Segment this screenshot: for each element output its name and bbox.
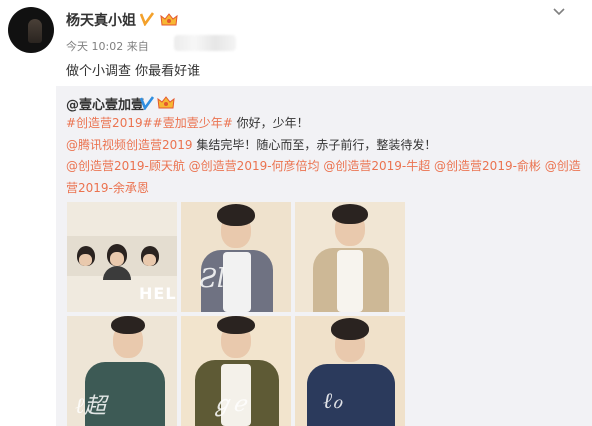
photo-thumbnail[interactable]	[295, 202, 405, 312]
repost-announcement: 集结完毕！随心而至，赤子前行，整装待发！	[192, 138, 437, 152]
original-author[interactable]: @壹心壹加壹	[66, 94, 144, 113]
verified-badge-icon	[139, 95, 155, 111]
photo-thumbnail[interactable]: ℓ超	[67, 316, 177, 426]
mention-link[interactable]: @腾讯视频创造营2019	[66, 138, 193, 152]
photo-overlay-text: HEL	[139, 284, 177, 303]
vip-crown-icon[interactable]	[160, 12, 178, 26]
repost-line-2: @腾讯视频创造营2019 集结完毕！随心而至，赤子前行，整装待发！	[66, 136, 436, 153]
photo-thumbnail[interactable]: Ƨl	[181, 202, 291, 312]
post-meta: 今天 10:02 来自	[66, 38, 149, 54]
chevron-down-icon[interactable]	[552, 4, 566, 18]
repost-card: @壹心壹加壹 #创造营2019##壹加壹少年# 你好，少年！ @腾讯视频创造营2…	[56, 86, 592, 426]
repost-line-1: #创造营2019##壹加壹少年# 你好，少年！	[66, 114, 309, 131]
photo-thumbnail[interactable]: HEL	[67, 202, 177, 312]
post-source: 来自	[126, 40, 149, 53]
photo-thumbnail[interactable]: ℊℯ	[181, 316, 291, 426]
hashtag-link[interactable]: #创造营2019##壹加壹少年#	[66, 116, 233, 130]
photo-thumbnail[interactable]: ℓℴ	[295, 316, 405, 426]
vip-crown-icon	[157, 95, 175, 109]
redacted-source	[174, 35, 236, 51]
repost-greeting: 你好，少年！	[232, 116, 309, 130]
verified-badge-icon	[139, 12, 155, 27]
poster-avatar[interactable]	[8, 7, 54, 53]
mentions-line[interactable]: @创造营2019-顾天航 @创造营2019-何彦倍均 @创造营2019-牛超 @…	[66, 157, 581, 174]
post-time[interactable]: 今天 10:02	[66, 40, 123, 53]
mentions-line-cont[interactable]: 营2019-余承恩	[66, 179, 149, 196]
poster-username[interactable]: 杨天真小姐	[66, 10, 136, 30]
post-text: 做个小调查 你最看好谁	[66, 64, 201, 79]
